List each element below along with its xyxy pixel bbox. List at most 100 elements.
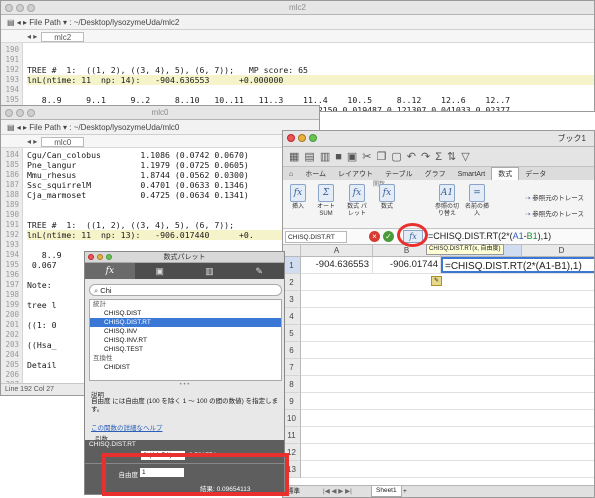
file-path[interactable]: File Path ▾ : ~/Desktop/lysozymeUda/mlc0 <box>29 123 179 132</box>
function-list-item[interactable]: CHISQ.TEST <box>90 345 281 354</box>
sheet-tab[interactable]: Sheet1 <box>371 486 402 497</box>
redo-icon[interactable]: ↷ <box>421 151 435 163</box>
file-path[interactable]: File Path ▾ : ~/Desktop/lysozymeUda/mlc2 <box>29 18 179 27</box>
file-path-bar[interactable]: ▤ ◂ ▸ File Path ▾ : ~/Desktop/lysozymeUd… <box>1 120 319 135</box>
code-line[interactable]: TREE # 1: ((1, 2), ((3, 4), 5), (6, 7));… <box>27 65 308 75</box>
row-header[interactable]: 4 <box>283 308 301 325</box>
close-icon[interactable] <box>88 254 94 260</box>
enter-icon[interactable]: ✓ <box>383 231 394 242</box>
close-icon[interactable] <box>5 109 13 117</box>
ribbon-button[interactable]: fx 数式 <box>375 184 399 211</box>
document-tab[interactable]: mlc0 <box>41 136 85 147</box>
code-line[interactable]: ((1: 0 <box>27 320 57 330</box>
code-line[interactable]: Pne_langur 1.1979 (0.0725 0.0605) <box>27 160 249 170</box>
minimize-icon[interactable] <box>16 109 24 117</box>
function-list-item[interactable]: CHIDIST <box>90 363 281 372</box>
file-path-bar[interactable]: ▤ ◂ ▸ File Path ▾ : ~/Desktop/lysozymeUd… <box>1 15 594 30</box>
tab-styles[interactable]: ▣ <box>135 263 185 279</box>
sort-icon[interactable]: ⇅ <box>447 151 461 163</box>
back-icon[interactable]: ◂ ▸ <box>27 137 37 146</box>
formula-input[interactable]: =CHISQ.DIST.RT(2*(A1-B1),1) <box>426 230 594 243</box>
code-line[interactable]: TREE # 1: ((1, 2), ((3, 4), 5), (6, 7)); <box>27 220 234 230</box>
trace-precedents-button[interactable]: ⇢ 参照元のトレース <box>525 192 584 202</box>
zoom-icon[interactable] <box>27 109 35 117</box>
row-header[interactable]: 7 <box>283 359 301 376</box>
code-line[interactable]: Cgu/Can_colobus 1.1086 (0.0742 0.0670) <box>27 150 249 160</box>
sum-icon[interactable]: Σ <box>435 151 447 163</box>
tab-library[interactable]: ▥ <box>185 263 235 279</box>
splitter-handle[interactable]: • • • <box>85 382 284 388</box>
minimize-icon[interactable] <box>97 254 103 260</box>
code-line[interactable]: Mmu_rhesus 1.8744 (0.0562 0.0300) <box>27 170 249 180</box>
row-header[interactable]: 11 <box>283 427 301 444</box>
zoom-icon[interactable] <box>27 4 35 12</box>
close-icon[interactable] <box>287 134 295 142</box>
new-icon[interactable]: ▦ <box>289 151 304 163</box>
add-sheet-button[interactable]: + <box>403 486 407 497</box>
function-search-input[interactable]: ⌕ Chi <box>89 284 282 296</box>
minimize-icon[interactable] <box>298 134 306 142</box>
tab-functions[interactable]: fx <box>85 263 135 279</box>
help-link[interactable]: この関数の詳細なヘルプ <box>91 422 163 432</box>
code-line[interactable]: Ssc_squirrelM 0.4701 (0.0633 0.1346) <box>27 180 249 190</box>
window-controls[interactable] <box>5 4 35 12</box>
code-line[interactable]: 8..9 9..1 9..2 8..10 10..11 11..3 11..4 … <box>27 95 510 105</box>
undo-icon[interactable]: ↶ <box>407 151 421 163</box>
cancel-icon[interactable]: × <box>369 231 380 242</box>
filter-icon[interactable]: ▽ <box>461 151 474 163</box>
window-controls[interactable] <box>287 134 317 142</box>
name-box[interactable]: CHISQ.DIST.RT <box>285 231 347 243</box>
back-icon[interactable]: ◂ ▸ <box>27 32 37 41</box>
row-header[interactable]: 6 <box>283 342 301 359</box>
open-icon[interactable]: ▥ <box>320 151 335 163</box>
ribbon-button[interactable]: fx 数式 パレット <box>345 184 369 218</box>
print-icon[interactable]: ▣ <box>347 151 362 163</box>
row-header[interactable]: 5 <box>283 325 301 342</box>
function-list-item[interactable]: CHISQ.INV <box>90 327 281 336</box>
ribbon-button[interactable]: fx 挿入 <box>286 184 310 211</box>
row-header[interactable]: 9 <box>283 393 301 410</box>
ribbon-button[interactable]: A1 参照の切り替え <box>435 184 459 218</box>
function-list-item[interactable]: CHISQ.DIST <box>90 309 281 318</box>
trace-dependents-button[interactable]: ⇢ 参照先のトレース <box>525 208 584 218</box>
column-header[interactable]: A <box>301 245 373 257</box>
select-all-corner[interactable] <box>283 245 301 257</box>
minimize-icon[interactable] <box>16 4 24 12</box>
save-icon[interactable]: ■ <box>335 151 347 163</box>
cell-a1[interactable]: -904.636553 <box>301 257 373 273</box>
code-line[interactable]: Detail <box>27 360 57 370</box>
row-header[interactable]: 3 <box>283 291 301 308</box>
row-header[interactable]: 2 <box>283 274 301 291</box>
code-line[interactable]: lnL(ntime: 11 np: 14): -904.636553 +0.00… <box>27 75 594 85</box>
paste-icon[interactable]: ▢ <box>391 151 406 163</box>
ribbon-button[interactable]: = 名前の挿入 <box>465 184 489 218</box>
window-controls[interactable] <box>5 109 35 117</box>
row-header[interactable]: 10 <box>283 410 301 427</box>
code-line[interactable]: Cja_marmoset 0.4725 (0.0634 0.1341) <box>27 190 249 200</box>
close-icon[interactable] <box>5 4 13 12</box>
code-line[interactable]: Note: <box>27 280 52 290</box>
cut-icon[interactable]: ✂ <box>362 151 376 163</box>
code-line[interactable]: tree l <box>27 300 57 310</box>
cell-c1-active[interactable]: =CHISQ.DIST.RT(2*(A1-B1),1) <box>441 257 594 273</box>
copy-icon[interactable]: ❐ <box>377 151 392 163</box>
code-line[interactable]: ((Hsa_ <box>27 340 57 350</box>
row-header[interactable]: 1 <box>283 257 301 274</box>
grid-icon[interactable]: ▤ <box>304 151 319 163</box>
formula-bar: CHISQ.DIST.RT × ✓ fx =CHISQ.DIST.RT(2*(A… <box>283 229 594 245</box>
function-list-item[interactable]: CHISQ.DIST.RT <box>90 318 281 327</box>
column-header[interactable]: D <box>522 245 594 257</box>
sheet-nav-arrows[interactable]: |◀ ◀ ▶ ▶| <box>323 486 352 497</box>
code-line[interactable]: 0.067 <box>27 260 57 270</box>
tab-tools[interactable]: ✎ <box>234 263 284 279</box>
document-tab[interactable]: mlc2 <box>41 31 85 42</box>
ribbon-tab[interactable]: 数式 <box>491 167 520 181</box>
cell-b1[interactable]: -906.01744 <box>373 257 441 273</box>
ribbon-button[interactable]: Σ オート SUM <box>314 184 338 218</box>
function-list-item[interactable]: CHISQ.INV.RT <box>90 336 281 345</box>
row-header[interactable]: 8 <box>283 376 301 393</box>
palette-window-controls[interactable] <box>88 254 112 260</box>
code-line[interactable]: lnL(ntime: 11 np: 13): -906.017440 +0. <box>27 230 319 240</box>
zoom-icon[interactable] <box>309 134 317 142</box>
zoom-icon[interactable] <box>106 254 112 260</box>
